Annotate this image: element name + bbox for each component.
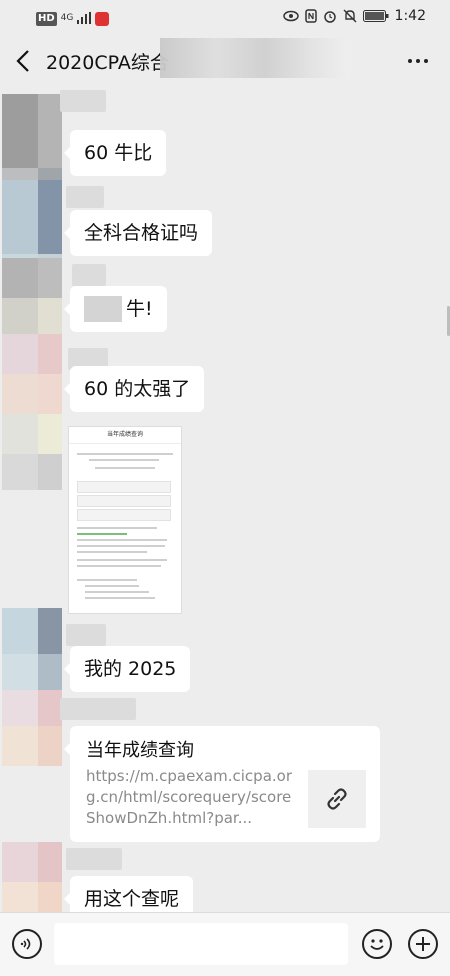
sender-name-redaction [60,698,136,720]
avatar[interactable] [2,258,62,298]
input-bar [0,912,450,976]
avatar[interactable] [2,298,62,334]
avatar[interactable] [2,882,62,912]
avatar[interactable] [2,690,62,726]
message-text: 60 牛比 [84,142,153,164]
network-indicator: 4G [60,13,74,23]
message-bubble[interactable]: 60 的太强了 [63,366,205,412]
image-detail [77,481,171,493]
status-left: HD 4G [36,9,110,28]
back-arrow-icon[interactable] [12,47,36,75]
mute-icon [343,9,357,23]
message-bubble[interactable]: 我的 2025 [63,646,191,692]
nfc-icon [304,9,317,23]
image-detail [77,559,167,561]
message-bubble[interactable]: 全科合格证吗 [63,210,213,256]
link-url: https://m.cpaexam.cicpa.org.cn/html/scor… [86,767,293,827]
avatar[interactable] [2,94,62,168]
avatar[interactable] [2,726,62,766]
more-icon[interactable] [408,52,432,70]
signal-icon [77,9,92,28]
title-redaction [160,38,350,78]
avatar[interactable] [2,414,62,454]
status-bar: HD 4G 1:42 [0,0,450,34]
image-detail [95,467,155,469]
message-bubble[interactable]: 牛! [64,286,167,332]
link-icon [308,770,366,828]
voice-icon[interactable] [12,929,42,959]
avatar[interactable] [2,454,62,490]
avatar[interactable] [2,842,62,882]
avatar[interactable] [2,654,62,690]
image-detail [77,495,171,507]
link-title: 当年成绩查询 [86,740,194,761]
sender-name-redaction [66,624,106,646]
message-list[interactable]: 60 牛比 全科合格证吗 牛! 60 的太强了 当年成绩查询 我的 2025 当… [0,90,450,922]
image-detail [77,527,157,529]
image-detail [77,545,165,547]
image-detail [77,551,147,553]
hd-badge: HD [36,11,57,26]
clock: 1:42 [394,8,426,24]
eye-icon [282,10,299,22]
message-text: 60 的太强了 [84,378,191,400]
image-detail [77,453,173,455]
sender-name-redaction [72,264,106,286]
image-detail [77,509,171,521]
image-detail [85,597,155,599]
image-message[interactable]: 当年成绩查询 [68,426,182,614]
image-detail [89,459,159,461]
avatar[interactable] [2,374,62,414]
message-text: 用这个查呢 [84,888,180,910]
image-detail [85,591,149,593]
message-text: 牛! [126,298,153,320]
avatar[interactable] [2,608,62,654]
link-card[interactable]: 当年成绩查询 https://m.cpaexam.cicpa.org.cn/ht… [64,726,380,842]
avatar[interactable] [2,180,62,254]
message-input[interactable] [54,923,348,965]
alarm-icon [323,9,337,23]
sender-name-redaction [66,848,122,870]
app-notification-icon [95,11,110,26]
image-detail [85,585,139,587]
status-right: 1:42 [282,8,426,24]
message-text: 全科合格证吗 [84,222,199,244]
sender-name-redaction [66,186,104,208]
image-title: 当年成绩查询 [69,427,181,444]
emoji-icon[interactable] [362,929,392,959]
message-text: 我的 2025 [84,658,177,680]
text-redaction [84,296,122,322]
image-detail [77,533,127,535]
battery-icon [362,10,389,22]
sender-name-redaction [60,90,106,112]
chat-title: 2020CPA综合 [46,52,169,74]
chat-header: 2020CPA综合 [0,38,450,84]
avatar[interactable] [2,334,62,374]
plus-icon[interactable] [408,929,438,959]
image-detail [77,539,167,541]
message-bubble[interactable]: 60 牛比 [63,130,167,176]
image-detail [77,565,161,567]
image-detail [77,579,137,581]
